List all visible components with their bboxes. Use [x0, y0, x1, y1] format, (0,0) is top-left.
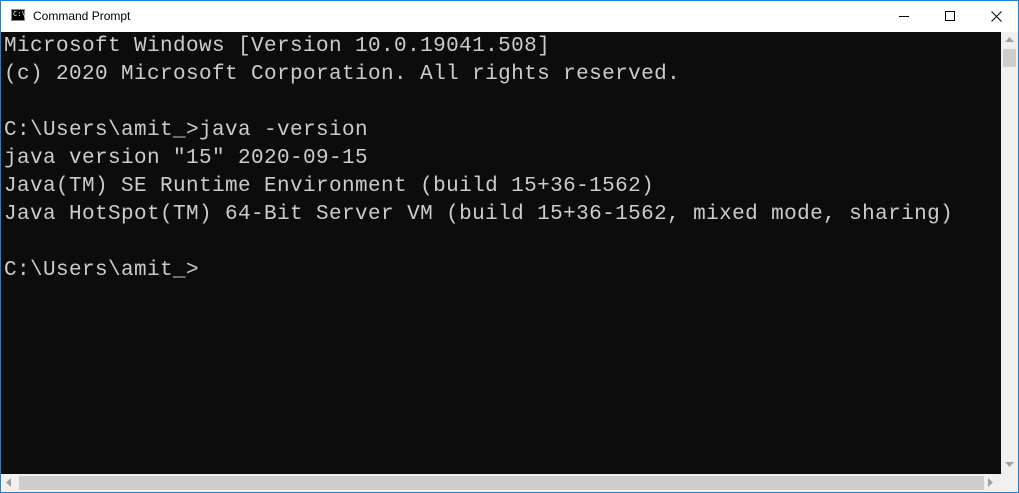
horizontal-scrollbar[interactable]	[1, 474, 1001, 492]
console-line: C:\Users\amit_>java -version	[4, 119, 369, 142]
console-line: Java HotSpot(TM) 64-Bit Server VM (build…	[4, 203, 954, 226]
console-line: java version "15" 2020-09-15	[4, 147, 369, 170]
console-line: (c) 2020 Microsoft Corporation. All righ…	[4, 63, 681, 86]
maximize-button[interactable]	[927, 1, 973, 32]
window-title: Command Prompt	[33, 9, 131, 23]
console-prompt-line[interactable]: C:\Users\amit_>	[4, 257, 199, 285]
horizontal-scroll-thumb[interactable]	[19, 476, 984, 490]
console-line: Microsoft Windows [Version 10.0.19041.50…	[4, 35, 551, 58]
console-output[interactable]: Microsoft Windows [Version 10.0.19041.50…	[1, 32, 1001, 474]
minimize-button[interactable]	[881, 1, 927, 32]
app-icon-glyph: C:\	[13, 10, 26, 18]
title-bar[interactable]: C:\ Command Prompt	[1, 1, 1018, 32]
vertical-scrollbar[interactable]	[1001, 32, 1018, 474]
scroll-up-arrow-icon[interactable]	[1005, 37, 1014, 43]
console-app-icon[interactable]: C:\	[11, 9, 26, 21]
minimize-icon	[899, 16, 909, 17]
scroll-down-arrow-icon[interactable]	[1005, 462, 1014, 468]
console-line: Java(TM) SE Runtime Environment (build 1…	[4, 175, 655, 198]
scrollbar-corner	[1001, 474, 1018, 492]
close-button[interactable]	[973, 1, 1018, 32]
vertical-scroll-thumb[interactable]	[1003, 49, 1016, 67]
close-icon	[991, 11, 1002, 22]
scroll-right-arrow-icon[interactable]	[988, 478, 994, 487]
command-prompt-window: C:\ Command Prompt Microsoft Windows [Ve…	[0, 0, 1019, 493]
maximize-icon	[945, 11, 955, 21]
scroll-left-arrow-icon[interactable]	[6, 478, 12, 487]
